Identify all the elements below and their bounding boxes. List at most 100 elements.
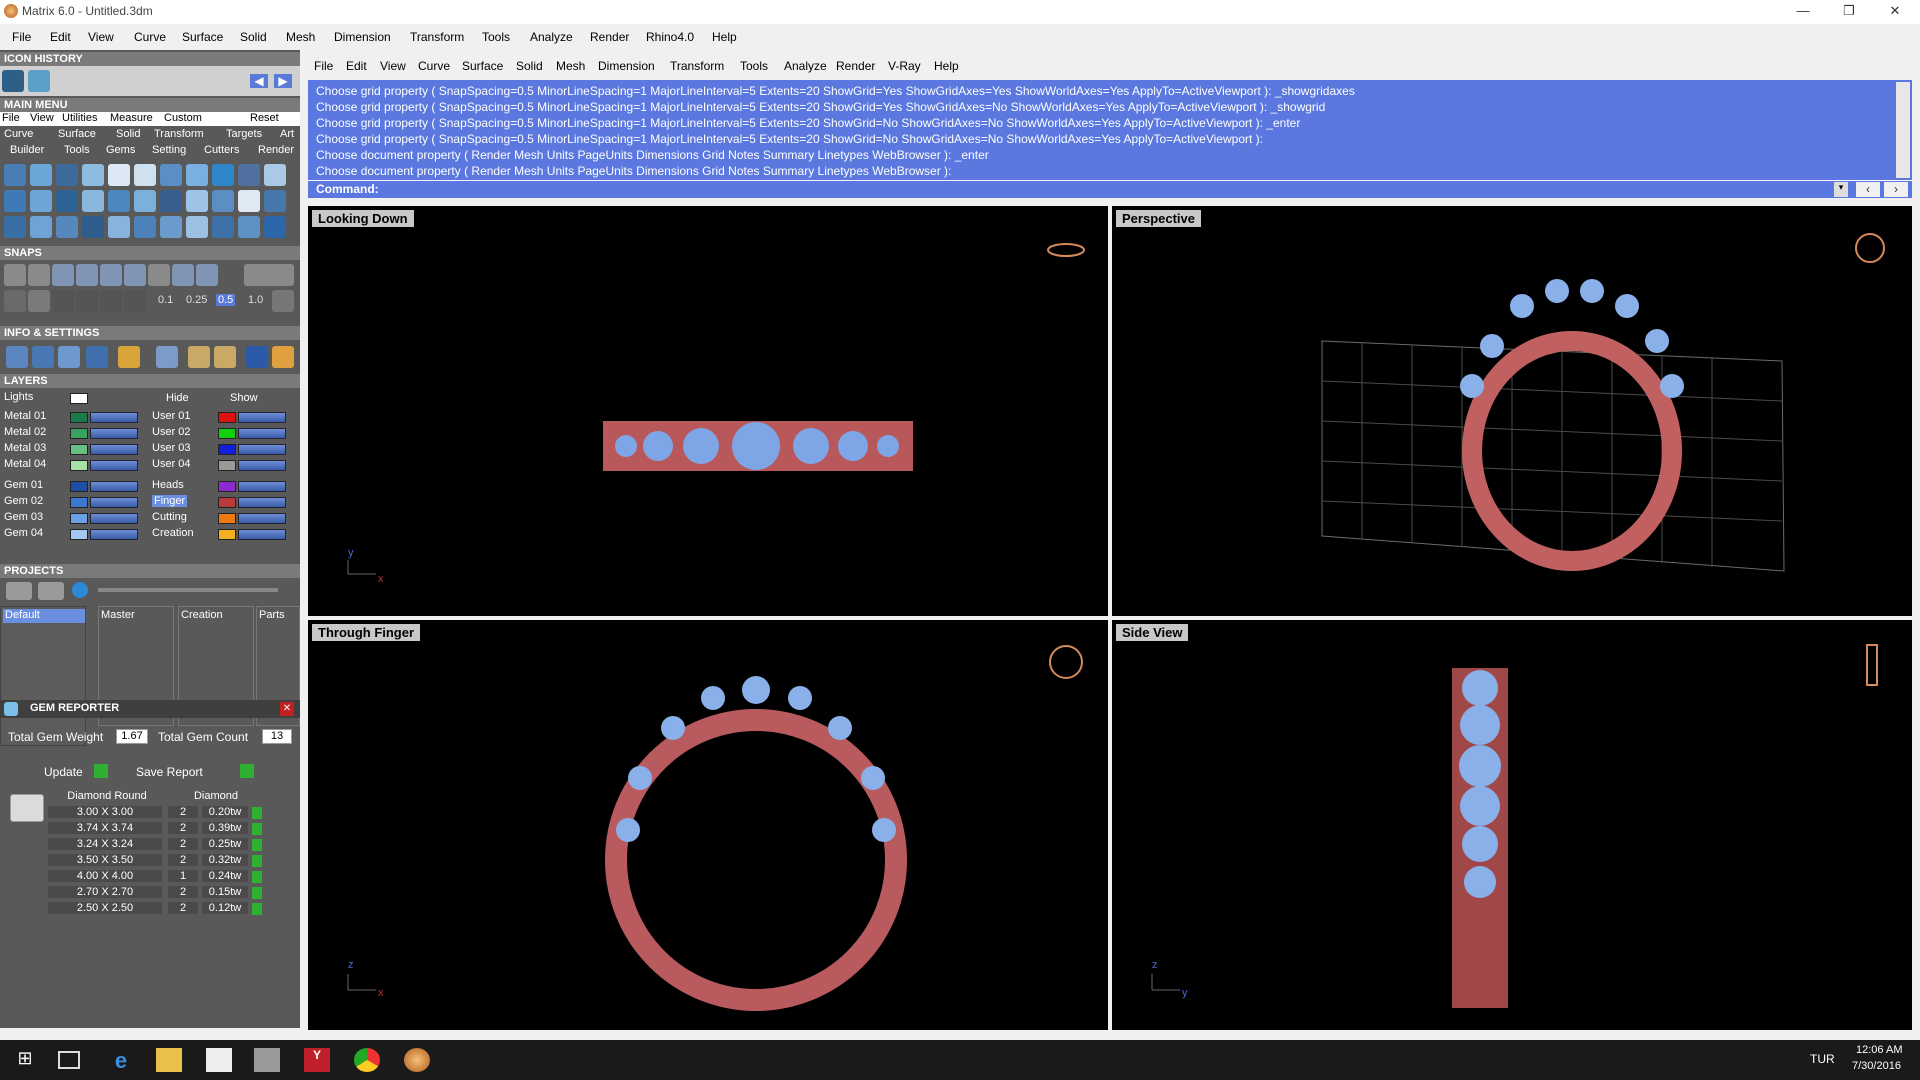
gem-row-arrow-icon[interactable] (252, 903, 262, 915)
layer-gem04-controls[interactable] (90, 529, 138, 540)
tool-icon-24[interactable] (30, 216, 52, 238)
menu-help[interactable]: Help (712, 30, 737, 44)
minimize-button[interactable]: — (1780, 0, 1826, 24)
tool-icon-15[interactable] (82, 190, 104, 212)
snap-icon-5[interactable] (100, 264, 122, 286)
tool-icon-31[interactable] (212, 216, 234, 238)
submenu-solid[interactable]: Solid (516, 59, 543, 73)
close-button[interactable]: ✕ (1872, 0, 1918, 24)
layer-cutting[interactable]: Cutting (152, 511, 187, 523)
layer-metal02-controls[interactable] (90, 428, 138, 439)
snap-icon-12[interactable] (28, 290, 50, 312)
snap-icon-3[interactable] (52, 264, 74, 286)
snap-icon-4[interactable] (76, 264, 98, 286)
menu-dimension[interactable]: Dimension (334, 30, 391, 44)
tool-icon-7[interactable] (160, 164, 182, 186)
tool-icon-17[interactable] (134, 190, 156, 212)
layer-creation-controls[interactable] (238, 529, 286, 540)
menu-rhino4[interactable]: Rhino4.0 (646, 30, 694, 44)
snap-icon-7[interactable] (148, 264, 170, 286)
layer-metal03[interactable]: Metal 03 (4, 442, 46, 454)
mm-curve[interactable]: Curve (4, 128, 33, 140)
tool-icon-8[interactable] (186, 164, 208, 186)
yandex-icon[interactable]: Y (304, 1048, 330, 1072)
menu-solid[interactable]: Solid (240, 30, 267, 44)
layer-gem03-color[interactable] (70, 513, 88, 524)
file-explorer-icon[interactable] (156, 1048, 182, 1072)
layer-gem02-controls[interactable] (90, 497, 138, 508)
command-next-icon[interactable]: › (1884, 182, 1908, 197)
layer-gem03-controls[interactable] (90, 513, 138, 524)
snap-icon-2[interactable] (28, 264, 50, 286)
mm-reset[interactable]: Reset (250, 112, 279, 124)
menu-tools[interactable]: Tools (482, 30, 510, 44)
menu-mesh[interactable]: Mesh (286, 30, 315, 44)
tool-icon-9[interactable] (212, 164, 234, 186)
layer-metal03-color[interactable] (70, 444, 88, 455)
info-icon-5[interactable] (118, 346, 140, 368)
command-input[interactable] (388, 182, 1838, 197)
mm-surface[interactable]: Surface (58, 128, 96, 140)
mm-measure[interactable]: Measure (110, 112, 153, 124)
layer-gem01-controls[interactable] (90, 481, 138, 492)
viewport-perspective[interactable]: Perspective (1112, 206, 1912, 616)
mm-builder[interactable]: Builder (10, 144, 44, 156)
submenu-help[interactable]: Help (934, 59, 959, 73)
layer-cutting-controls[interactable] (238, 513, 286, 524)
tool-icon-32[interactable] (238, 216, 260, 238)
snap-icon-11[interactable] (4, 290, 26, 312)
tool-icon-1[interactable] (4, 164, 26, 186)
menu-render[interactable]: Render (590, 30, 629, 44)
update-arrow-icon[interactable] (94, 764, 108, 778)
submenu-analyze[interactable]: Analyze (784, 59, 827, 73)
layer-gem04[interactable]: Gem 04 (4, 527, 43, 539)
submenu-tools[interactable]: Tools (740, 59, 768, 73)
layer-finger-color[interactable] (218, 497, 236, 508)
gem-row-arrow-icon[interactable] (252, 839, 262, 851)
layer-cutting-color[interactable] (218, 513, 236, 524)
tool-icon-4[interactable] (82, 164, 104, 186)
history-forward-icon[interactable]: ▶ (274, 74, 292, 88)
info-icon-6[interactable] (156, 346, 178, 368)
submenu-curve[interactable]: Curve (418, 59, 450, 73)
viewport-looking-down[interactable]: Looking Down y x (308, 206, 1108, 616)
gem-row-arrow-icon[interactable] (252, 855, 262, 867)
tool-icon-16[interactable] (108, 190, 130, 212)
tool-icon-2[interactable] (30, 164, 52, 186)
mm-utilities[interactable]: Utilities (62, 112, 97, 124)
layer-metal02[interactable]: Metal 02 (4, 426, 46, 438)
layer-user03-color[interactable] (218, 444, 236, 455)
layer-user01-color[interactable] (218, 412, 236, 423)
clock-date[interactable]: 7/30/2016 (1852, 1060, 1901, 1072)
matrix-taskbar-icon[interactable] (404, 1048, 430, 1072)
history-scrollbar[interactable] (1896, 82, 1910, 178)
layer-gem02[interactable]: Gem 02 (4, 495, 43, 507)
command-prev-icon[interactable]: ‹ (1856, 182, 1880, 197)
mm-gems[interactable]: Gems (106, 144, 135, 156)
mm-file[interactable]: File (2, 112, 20, 124)
viewport-side-view[interactable]: Side View z y (1112, 620, 1912, 1030)
project-default[interactable]: Default (3, 609, 85, 623)
snap-icon-8[interactable] (172, 264, 194, 286)
tool-icon-33[interactable] (264, 216, 286, 238)
tool-icon-19[interactable] (186, 190, 208, 212)
layer-lights[interactable]: Lights (4, 391, 33, 403)
tool-icon-20[interactable] (212, 190, 234, 212)
info-icon-1[interactable] (6, 346, 28, 368)
snap-icon-10[interactable] (244, 264, 294, 286)
layer-metal04-color[interactable] (70, 460, 88, 471)
submenu-render[interactable]: Render (836, 59, 875, 73)
hide-label[interactable]: Hide (166, 392, 189, 404)
info-icon-2[interactable] (32, 346, 54, 368)
tool-icon-18[interactable] (160, 190, 182, 212)
layer-metal04[interactable]: Metal 04 (4, 458, 46, 470)
tool-icon-13[interactable] (30, 190, 52, 212)
project-slider[interactable] (98, 588, 278, 592)
info-icon-8[interactable] (214, 346, 236, 368)
app-icon-bird[interactable] (254, 1048, 280, 1072)
update-button[interactable]: Update (44, 765, 83, 779)
info-icon-4[interactable] (86, 346, 108, 368)
mm-view[interactable]: View (30, 112, 54, 124)
info-icon-10[interactable] (272, 346, 294, 368)
mm-custom[interactable]: Custom (164, 112, 202, 124)
